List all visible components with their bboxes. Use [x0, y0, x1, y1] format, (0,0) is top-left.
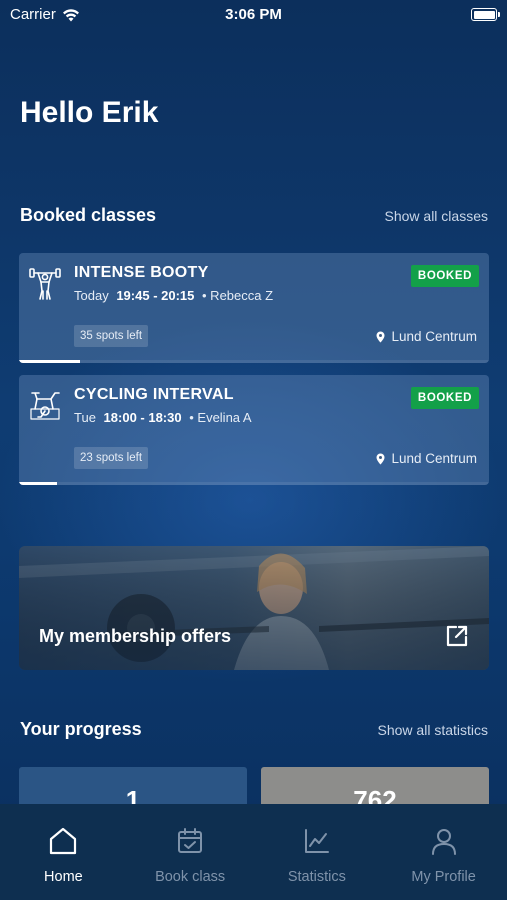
- booked-badge: BOOKED: [410, 387, 479, 409]
- booked-classes-header: Booked classes Show all classes: [20, 205, 488, 226]
- tab-book-class[interactable]: Book class: [127, 804, 254, 900]
- home-icon: [50, 827, 77, 855]
- user-icon: [431, 829, 456, 855]
- booked-classes-title: Booked classes: [20, 205, 157, 225]
- tab-label: Book class: [155, 869, 226, 885]
- calendar-check-icon: [178, 828, 203, 853]
- spots-left-badge: 23 spots left: [74, 447, 149, 469]
- spots-left-badge: 35 spots left: [74, 325, 149, 347]
- tab-label: My Profile: [411, 869, 476, 885]
- membership-offers-banner[interactable]: My membership offers: [19, 546, 489, 670]
- bottom-tab-bar: Home Book class Statistics My Profile: [0, 804, 507, 900]
- tab-statistics[interactable]: Statistics: [254, 804, 381, 900]
- show-all-statistics-link[interactable]: Show all statistics: [378, 722, 488, 738]
- chart-icon: [304, 829, 329, 853]
- location-pin-icon: [376, 331, 385, 342]
- class-location: Lund Centrum: [376, 451, 477, 466]
- external-link-icon[interactable]: [445, 624, 469, 648]
- class-name: CYCLING INTERVAL: [74, 386, 234, 403]
- class-name: INTENSE BOOTY: [74, 264, 209, 281]
- status-bar: Carrier 3:06 PM: [0, 0, 507, 28]
- class-schedule: Tue 18:00 - 18:30 • Evelina A: [74, 410, 252, 425]
- tab-label: Home: [44, 869, 83, 885]
- membership-offers-title: My membership offers: [39, 626, 232, 646]
- weightlifting-icon: [29, 268, 61, 300]
- gym-photo: [19, 546, 489, 670]
- capacity-progress-fill: [19, 482, 57, 485]
- bike-icon: [30, 392, 60, 420]
- class-time: 18:00 - 18:30: [103, 410, 182, 425]
- class-card-cycling-interval[interactable]: CYCLING INTERVAL Tue 18:00 - 18:30 • Eve…: [19, 375, 489, 485]
- capacity-progress-bar: [19, 360, 489, 363]
- class-instructor: • Rebecca Z: [202, 288, 274, 303]
- class-location: Lund Centrum: [376, 329, 477, 344]
- status-time: 3:06 PM: [225, 6, 282, 23]
- tab-my-profile[interactable]: My Profile: [380, 804, 507, 900]
- greeting-title: Hello Erik: [20, 96, 159, 129]
- class-day: Today: [74, 288, 109, 303]
- class-card-intense-booty[interactable]: INTENSE BOOTY Today 19:45 - 20:15 • Rebe…: [19, 253, 489, 363]
- tab-label: Statistics: [287, 869, 346, 885]
- capacity-progress-bar: [19, 482, 489, 485]
- capacity-progress-fill: [19, 360, 81, 363]
- progress-title: Your progress: [20, 719, 142, 739]
- class-schedule: Today 19:45 - 20:15 • Rebecca Z: [74, 288, 273, 303]
- location-label: Lund Centrum: [391, 329, 477, 344]
- show-all-classes-link[interactable]: Show all classes: [385, 208, 489, 224]
- class-day: Tue: [74, 410, 96, 425]
- location-pin-icon: [376, 453, 385, 464]
- tab-home[interactable]: Home: [0, 804, 127, 900]
- class-instructor: • Evelina A: [189, 410, 252, 425]
- booked-badge: BOOKED: [410, 265, 479, 287]
- location-label: Lund Centrum: [391, 451, 477, 466]
- battery-icon: [471, 8, 500, 21]
- class-time: 19:45 - 20:15: [116, 288, 195, 303]
- progress-header: Your progress Show all statistics: [20, 719, 488, 740]
